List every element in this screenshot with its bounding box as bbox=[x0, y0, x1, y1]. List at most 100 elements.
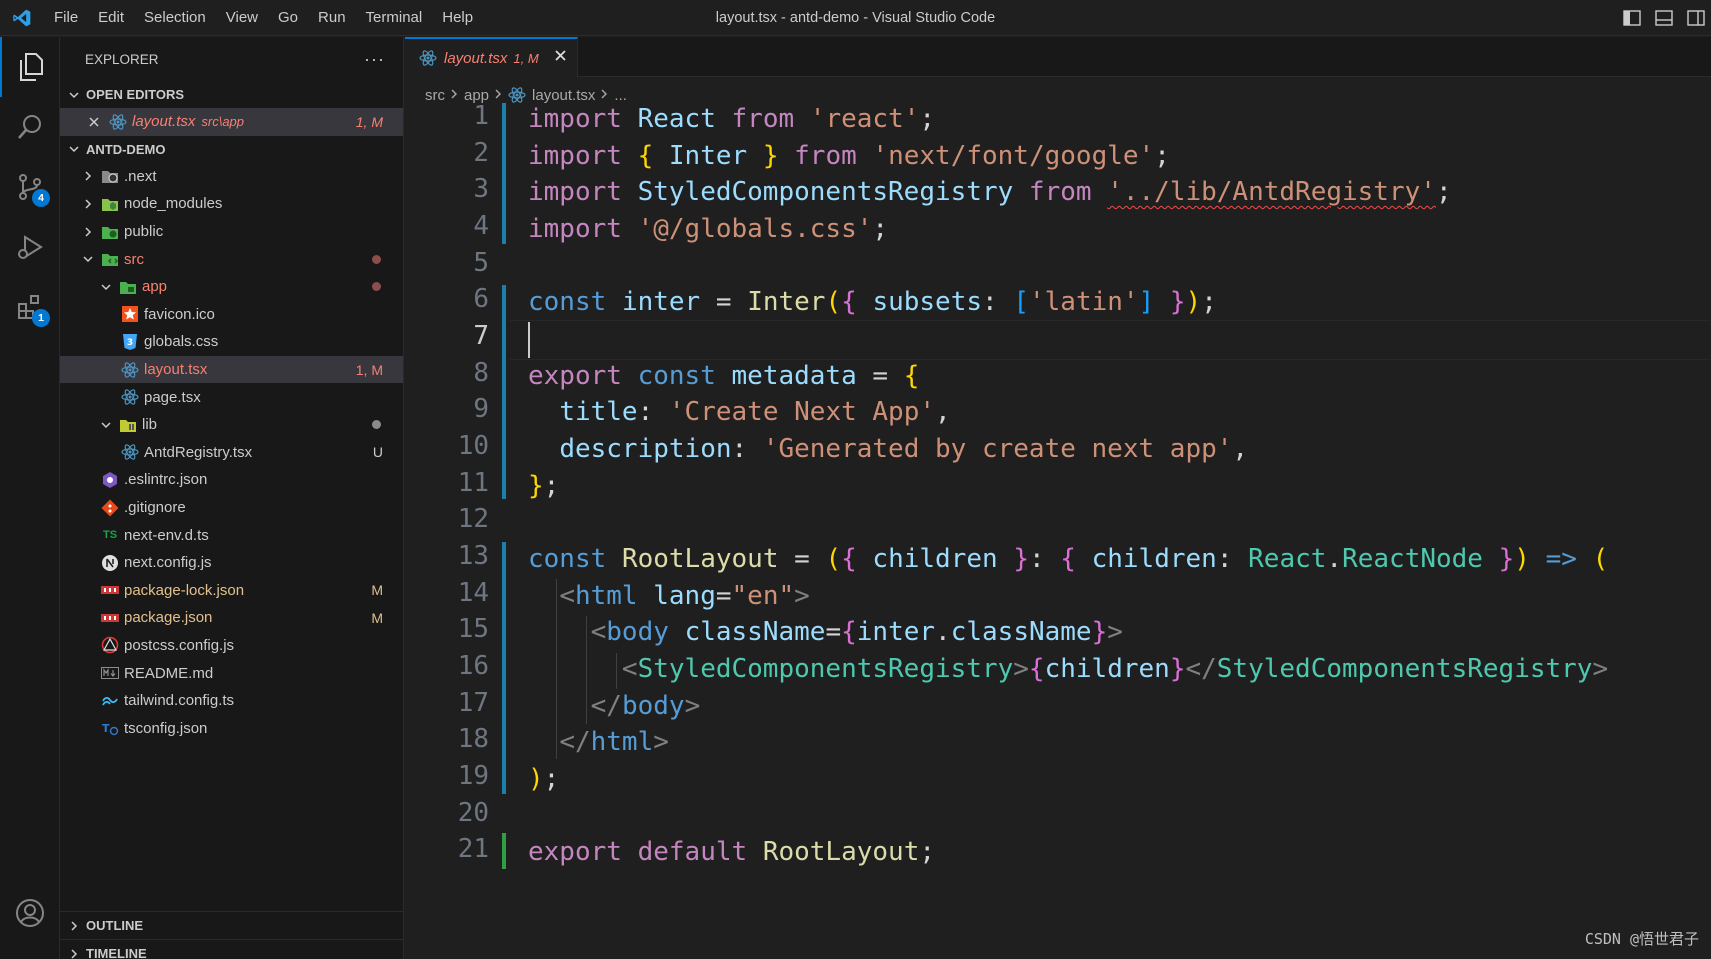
line-number: 9 bbox=[473, 394, 489, 424]
gutter-modified-bar bbox=[502, 103, 506, 244]
text-cursor bbox=[528, 322, 530, 358]
tree-item-package-json[interactable]: package.json M bbox=[60, 604, 403, 632]
css-file-icon: 3 bbox=[120, 332, 140, 352]
code-line-11: }; bbox=[528, 471, 560, 501]
open-editors-header[interactable]: OPEN EDITORS bbox=[60, 81, 403, 108]
tree-item-label: globals.css bbox=[144, 333, 219, 351]
toggle-primary-sidebar-icon[interactable] bbox=[1621, 7, 1643, 29]
tree-item-favicon[interactable]: favicon.ico bbox=[60, 301, 403, 329]
tree-item-label: AntdRegistry.tsx bbox=[144, 443, 253, 461]
tree-item-status: M bbox=[371, 582, 383, 599]
tree-item-postcss-config[interactable]: postcss.config.js bbox=[60, 632, 403, 660]
tree-item-antd-registry[interactable]: AntdRegistry.tsx U bbox=[60, 439, 403, 467]
vscode-logo-icon bbox=[0, 0, 44, 36]
tree-item-gitignore[interactable]: .gitignore bbox=[60, 494, 403, 522]
accounts-icon[interactable] bbox=[0, 883, 60, 943]
toggle-secondary-sidebar-icon[interactable] bbox=[1685, 7, 1707, 29]
source-control-icon[interactable]: 4 bbox=[0, 157, 60, 217]
tree-item-app[interactable]: app bbox=[60, 273, 403, 301]
folder-app-icon bbox=[118, 277, 138, 297]
menu-terminal[interactable]: Terminal bbox=[356, 0, 433, 36]
tab-layout-tsx[interactable]: layout.tsx 1, M bbox=[405, 37, 578, 77]
tree-item-node-modules[interactable]: node_modules bbox=[60, 190, 403, 218]
tree-item-label: README.md bbox=[124, 664, 214, 682]
menu-file[interactable]: File bbox=[44, 0, 88, 36]
tree-item-next[interactable]: .next bbox=[60, 163, 403, 191]
tree-item-status: 1, M bbox=[355, 361, 383, 378]
line-number: 2 bbox=[473, 138, 489, 168]
line-number: 15 bbox=[457, 614, 489, 644]
tree-item-label: next-env.d.ts bbox=[124, 526, 209, 544]
react-icon bbox=[108, 112, 128, 132]
chevron-right-icon bbox=[494, 87, 503, 104]
current-line-highlight bbox=[510, 320, 1710, 360]
tree-item-next-env[interactable]: TS next-env.d.ts bbox=[60, 521, 403, 549]
tab-close-icon[interactable] bbox=[554, 49, 567, 67]
tree-item-label: package-lock.json bbox=[124, 581, 245, 599]
gutter-added-bar bbox=[502, 833, 506, 869]
react-icon bbox=[419, 49, 437, 67]
close-icon[interactable] bbox=[84, 112, 104, 132]
tab-status: 1, M bbox=[513, 50, 539, 66]
react-icon bbox=[120, 360, 140, 380]
layout-controls bbox=[1621, 0, 1707, 36]
tree-item-tsconfig[interactable]: T tsconfig.json bbox=[60, 714, 403, 742]
tree-item-public[interactable]: public bbox=[60, 218, 403, 246]
tree-item-eslintrc[interactable]: .eslintrc.json bbox=[60, 466, 403, 494]
tsconfig-icon: T bbox=[100, 718, 120, 738]
tree-item-label: tsconfig.json bbox=[124, 719, 208, 737]
error-squiggle: '../lib/AntdRegistry' bbox=[1107, 177, 1436, 207]
menu-view[interactable]: View bbox=[216, 0, 268, 36]
open-editor-item[interactable]: layout.tsx src\app 1, M bbox=[60, 108, 403, 136]
tree-item-next-config[interactable]: next.config.js bbox=[60, 549, 403, 577]
tree-item-src[interactable]: src bbox=[60, 245, 403, 273]
tree-item-label: .next bbox=[124, 167, 157, 185]
tree-item-lib[interactable]: lib bbox=[60, 411, 403, 439]
folder-public-icon bbox=[100, 222, 120, 242]
tree-item-label: public bbox=[124, 223, 164, 241]
timeline-section-header[interactable]: TIMELINE bbox=[60, 939, 403, 959]
watermark: CSDN @悟世君子 bbox=[1584, 930, 1699, 948]
line-number: 6 bbox=[473, 284, 489, 314]
menu-help[interactable]: Help bbox=[432, 0, 483, 36]
gutter-modified-bar bbox=[502, 542, 506, 794]
tree-item-package-lock[interactable]: package-lock.json M bbox=[60, 577, 403, 605]
more-actions-icon[interactable]: ··· bbox=[364, 49, 385, 70]
project-header[interactable]: ANTD-DEMO bbox=[60, 136, 403, 163]
search-icon[interactable] bbox=[0, 97, 60, 157]
outline-section-header[interactable]: OUTLINE bbox=[60, 911, 403, 939]
chevron-down-icon bbox=[62, 89, 86, 101]
code-editor[interactable]: 1 2 3 4 5 6 7 8 9 10 11 12 13 14 15 16 1… bbox=[405, 101, 1711, 959]
line-number: 19 bbox=[457, 761, 489, 791]
tree-item-readme[interactable]: README.md bbox=[60, 659, 403, 687]
tree-item-page-tsx[interactable]: page.tsx bbox=[60, 383, 403, 411]
tree-item-globals-css[interactable]: 3 globals.css bbox=[60, 328, 403, 356]
menu-selection[interactable]: Selection bbox=[134, 0, 216, 36]
timeline-title: TIMELINE bbox=[86, 946, 147, 959]
tree-item-tailwind-config[interactable]: tailwind.config.ts bbox=[60, 687, 403, 715]
problem-dot bbox=[372, 254, 381, 264]
chevron-down-icon bbox=[94, 281, 118, 293]
folder-src-icon bbox=[100, 249, 120, 269]
tree-item-label: layout.tsx bbox=[144, 361, 208, 379]
open-editor-status: 1, M bbox=[355, 113, 383, 130]
menu-run[interactable]: Run bbox=[308, 0, 356, 36]
outline-title: OUTLINE bbox=[86, 918, 144, 933]
tree-item-layout-tsx[interactable]: layout.tsx 1, M bbox=[60, 355, 403, 384]
explorer-icon[interactable] bbox=[0, 37, 60, 97]
svg-text:T: T bbox=[102, 722, 110, 735]
tree-item-label: src bbox=[124, 250, 144, 268]
code-line-1: import React from 'react'; bbox=[528, 104, 936, 134]
project-title: ANTD-DEMO bbox=[86, 141, 166, 157]
explorer-header: EXPLORER ··· bbox=[60, 37, 403, 81]
code-line-17: </body> bbox=[590, 691, 701, 721]
tree-item-label: postcss.config.js bbox=[124, 636, 235, 654]
markdown-icon bbox=[100, 663, 120, 683]
extensions-icon[interactable]: 1 bbox=[0, 277, 60, 337]
menu-edit[interactable]: Edit bbox=[88, 0, 134, 36]
tree-item-label: tailwind.config.ts bbox=[124, 692, 235, 710]
code-line-3: import StyledComponentsRegistry from '..… bbox=[528, 177, 1452, 207]
run-debug-icon[interactable] bbox=[0, 217, 60, 277]
menu-go[interactable]: Go bbox=[268, 0, 308, 36]
toggle-panel-icon[interactable] bbox=[1653, 7, 1675, 29]
